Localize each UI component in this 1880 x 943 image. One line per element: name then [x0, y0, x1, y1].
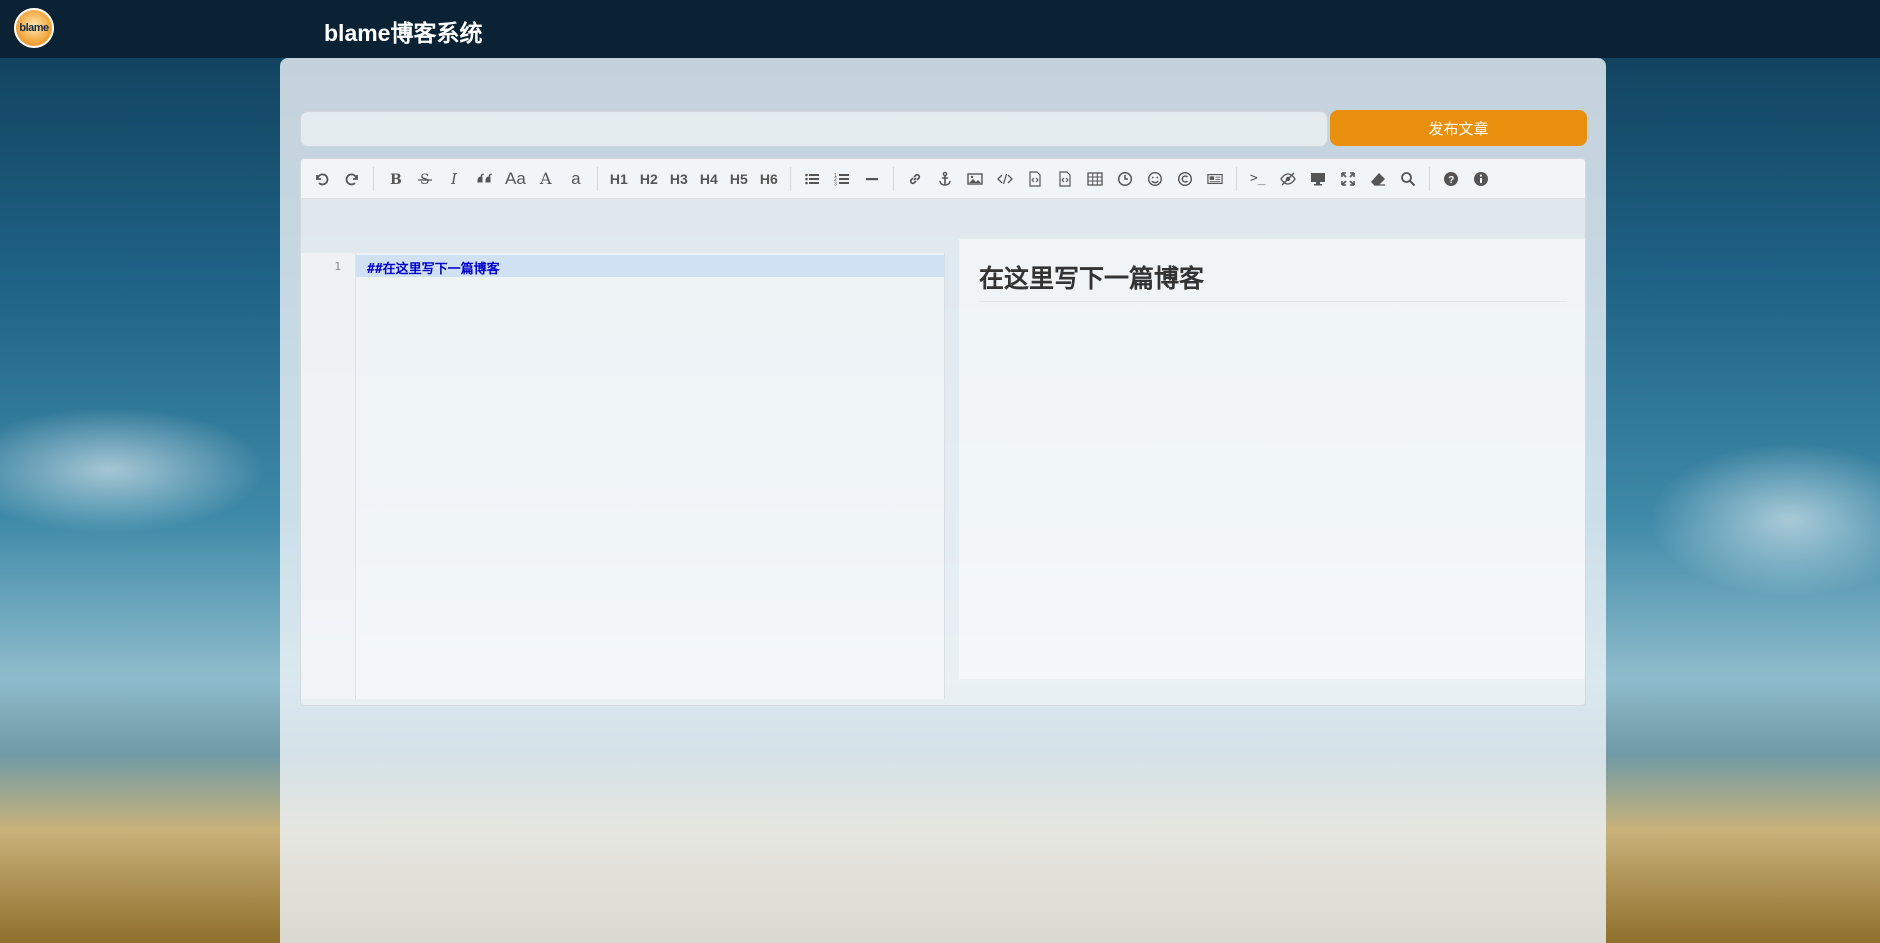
clear-icon[interactable]	[1365, 165, 1391, 193]
toolbar-divider	[373, 166, 374, 191]
image-icon[interactable]	[962, 165, 988, 193]
h5-label: H5	[729, 170, 748, 187]
svg-text:3: 3	[834, 181, 837, 187]
html-entities-icon[interactable]	[1172, 165, 1198, 193]
markdown-preview-pane: 在这里写下一篇博客	[959, 239, 1585, 679]
lowercase-label: a	[571, 168, 581, 188]
toolbar-divider	[1428, 166, 1430, 191]
lowercase-icon[interactable]: a	[563, 165, 589, 193]
quote-icon[interactable]	[472, 165, 498, 193]
code-editor-pane[interactable]: 1 ##在这里写下一篇博客	[301, 253, 945, 699]
anchor-icon[interactable]	[932, 165, 958, 193]
h5-button[interactable]: H5	[726, 165, 752, 193]
uppercase-first-label: A	[540, 169, 552, 188]
site-title[interactable]: blame博客系统	[324, 14, 482, 48]
horizontal-rule-icon[interactable]	[859, 165, 885, 193]
svg-text:?: ?	[1448, 175, 1454, 186]
h4-label: H4	[699, 170, 718, 187]
markdown-editor: B S I Aa A a H1 H2 H3 H4 H5 H6 1 2 3 >_ …	[300, 158, 1586, 706]
table-icon[interactable]	[1082, 165, 1108, 193]
fullscreen-icon[interactable]	[1335, 165, 1361, 193]
uppercase-label: Aa	[505, 168, 526, 188]
h6-label: H6	[759, 170, 778, 187]
editor-panel: 发布文章 B S I Aa A a H1 H2 H3 H4 H5 H6 1 2 …	[280, 58, 1606, 943]
svg-text:B: B	[390, 172, 402, 187]
preview-heading: 在这里写下一篇博客	[979, 259, 1567, 302]
datetime-icon[interactable]	[1112, 165, 1138, 193]
info-icon[interactable]	[1468, 165, 1494, 193]
preformatted-code-icon[interactable]	[1022, 165, 1048, 193]
toolbar-divider	[789, 166, 791, 191]
goto-line-icon[interactable]: >_	[1245, 165, 1271, 193]
toolbar-divider	[596, 166, 598, 191]
h2-button[interactable]: H2	[636, 165, 662, 193]
emoji-icon[interactable]	[1142, 165, 1168, 193]
svg-text:I: I	[450, 171, 458, 187]
toolbar-divider	[892, 166, 894, 191]
code-line[interactable]: ##在这里写下一篇博客	[367, 258, 500, 277]
undo-icon[interactable]	[309, 165, 335, 193]
goto-line-label: >_	[1249, 171, 1266, 186]
h4-button[interactable]: H4	[696, 165, 722, 193]
h3-button[interactable]: H3	[666, 165, 692, 193]
h6-button[interactable]: H6	[756, 165, 782, 193]
line-number: 1	[334, 260, 341, 273]
pagebreak-icon[interactable]	[1202, 165, 1228, 193]
top-navbar: blame blame博客系统	[0, 0, 1880, 58]
uppercase-icon[interactable]: Aa	[502, 165, 529, 193]
toolbar-divider	[1235, 166, 1237, 191]
line-number-gutter: 1	[301, 253, 356, 699]
uppercase-first-icon[interactable]: A	[533, 165, 559, 193]
italic-icon[interactable]: I	[442, 165, 468, 193]
article-title-input[interactable]	[300, 111, 1328, 147]
h2-label: H2	[639, 170, 658, 187]
preview-icon[interactable]	[1305, 165, 1331, 193]
watch-icon[interactable]	[1275, 165, 1301, 193]
code-block-icon[interactable]	[1052, 165, 1078, 193]
help-icon[interactable]: ?	[1438, 165, 1464, 193]
bold-icon[interactable]: B	[382, 165, 408, 193]
h1-label: H1	[609, 170, 628, 187]
search-icon[interactable]	[1395, 165, 1421, 193]
h1-button[interactable]: H1	[606, 165, 632, 193]
publish-button[interactable]: 发布文章	[1330, 110, 1587, 146]
link-icon[interactable]	[902, 165, 928, 193]
editor-toolbar: B S I Aa A a H1 H2 H3 H4 H5 H6 1 2 3 >_ …	[301, 159, 1585, 199]
redo-icon[interactable]	[339, 165, 365, 193]
ordered-list-icon[interactable]: 123	[829, 165, 855, 193]
code-icon[interactable]	[992, 165, 1018, 193]
site-logo[interactable]: blame	[14, 8, 54, 48]
strikethrough-icon[interactable]: S	[412, 165, 438, 193]
unordered-list-icon[interactable]	[799, 165, 825, 193]
h3-label: H3	[669, 170, 688, 187]
